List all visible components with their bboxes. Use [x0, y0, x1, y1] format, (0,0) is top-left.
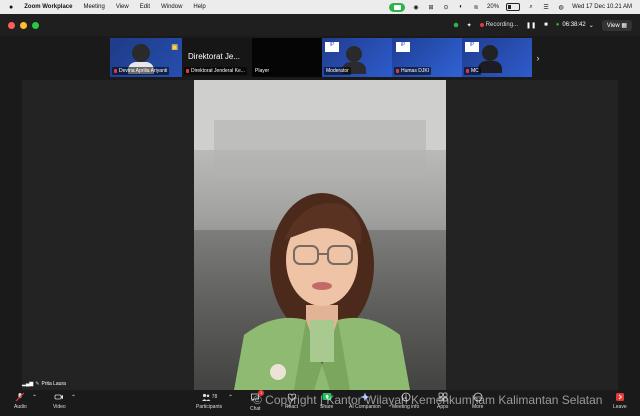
menu-window[interactable]: Window [161, 4, 182, 10]
menu-edit[interactable]: Edit [140, 4, 150, 10]
battery-percent: 20% [487, 4, 500, 10]
mic-muted-icon [15, 392, 25, 402]
strip-next-arrow-icon[interactable]: › [531, 38, 545, 77]
apple-icon[interactable]: ● [9, 4, 13, 11]
audio-options-chevron-icon[interactable]: ⌃ [32, 394, 37, 401]
grid-icon[interactable]: ⊞ [427, 3, 435, 11]
shield-check-icon: ● [555, 22, 560, 28]
mic-muted-icon: ✎ [35, 381, 40, 387]
close-window-button[interactable] [8, 21, 15, 29]
leave-icon [615, 393, 624, 401]
battery-icon[interactable] [506, 3, 521, 11]
video-label: Video [53, 404, 66, 410]
participant-name: MC [464, 67, 481, 75]
logo-badge: IP [396, 42, 410, 52]
menu-meeting[interactable]: Meeting [83, 4, 104, 10]
record-status-icon[interactable]: ◉ [412, 3, 420, 11]
recording-indicator[interactable]: Recording... [479, 22, 519, 28]
logo-badge: IP [325, 42, 339, 52]
recording-dot-icon [479, 23, 484, 27]
macos-menubar: ● Zoom Workplace Meeting View Edit Windo… [0, 0, 640, 14]
participants-icon [201, 393, 211, 401]
control-center-icon[interactable]: ☰ [542, 3, 550, 11]
video-camera-icon [54, 394, 64, 400]
meeting-timer: ● 06:38:42 ⌄ [556, 22, 594, 29]
participant-tile-humas[interactable]: IP Humas DJKI [392, 38, 462, 77]
leave-label: Leave [613, 404, 627, 410]
participant-tile-mc[interactable]: IP MC [462, 38, 532, 77]
participants-label: Participants [196, 404, 223, 410]
mic-muted-icon [186, 69, 189, 73]
app-name[interactable]: Zoom Workplace [24, 4, 72, 10]
logo-badge: IP [465, 42, 479, 52]
traffic-lights [0, 21, 39, 29]
participant-tile-direktorat[interactable]: Direktorat Je... Direktorat Jenderal Ke.… [182, 38, 252, 77]
sync-icon[interactable]: ◐ [457, 3, 465, 11]
presenter-figure [194, 80, 446, 390]
participants-button[interactable]: 78 Participants [196, 392, 222, 410]
view-label: View [606, 22, 620, 29]
window-titlebar: ⬢ ✦ Recording... ❚❚ ■ ● 06:38:42 ⌄ View … [0, 14, 640, 36]
wifi-icon[interactable]: ≋ [472, 3, 480, 11]
presenter-name-label: ▂▄▆ ✎ Prita Laura [22, 381, 66, 387]
leave-button[interactable]: Leave [613, 392, 627, 410]
stop-recording-icon[interactable]: ■ [544, 22, 548, 28]
menu-view[interactable]: View [116, 4, 129, 10]
participant-name: Devina Aprilia Ariyanti [112, 67, 170, 75]
timer-value: 06:38:42 [562, 22, 586, 28]
video-button[interactable]: Video [53, 392, 66, 410]
participant-tile-devina[interactable]: ▣ Devina Aprilia Ariyanti [110, 38, 182, 77]
maximize-window-button[interactable] [32, 21, 39, 29]
copyright-watermark: © Copyright | Kantor Wilayah Kemenkumham… [253, 393, 603, 407]
participant-name: Direktorat Jenderal Ke... [184, 67, 247, 75]
recording-label: Recording... [485, 22, 519, 28]
participants-count: 78 [211, 394, 218, 400]
sparkle-icon[interactable]: ✦ [467, 22, 472, 29]
participant-tile-player[interactable]: Player [252, 38, 322, 77]
search-icon[interactable]: ⌕ [527, 3, 535, 11]
participant-name: Player [253, 67, 272, 75]
menubar-datetime[interactable]: Wed 17 Dec 10.21 AM [572, 4, 632, 10]
siri-icon[interactable]: ◍ [557, 3, 565, 11]
logo-badge: ▣ [171, 44, 178, 51]
participant-name: Moderator [324, 67, 351, 75]
participant-name: Humas DJKI [394, 67, 432, 75]
participant-video [478, 45, 502, 73]
participant-strip: ▣ Devina Aprilia Ariyanti Direktorat Je.… [110, 38, 542, 77]
view-button[interactable]: View ▦ [601, 19, 632, 31]
minimize-window-button[interactable] [20, 21, 27, 29]
presenter-name: Prita Laura [41, 381, 66, 387]
participants-chevron-icon[interactable]: ⌃ [228, 394, 233, 401]
audio-button[interactable]: Audio [14, 392, 27, 410]
camera-in-use-icon[interactable] [389, 2, 406, 12]
participant-tile-moderator[interactable]: IP Moderator [322, 38, 392, 77]
active-speaker-video[interactable] [194, 80, 446, 390]
mic-muted-icon [466, 69, 469, 73]
chevron-down-icon[interactable]: ⌄ [589, 22, 594, 29]
mic-muted-icon [114, 69, 117, 73]
shield-icon[interactable]: ⬢ [453, 22, 458, 29]
pause-recording-icon[interactable]: ❚❚ [526, 22, 536, 29]
participant-display-title: Direktorat Je... [188, 52, 241, 61]
audio-label: Audio [14, 404, 27, 410]
play-icon[interactable]: ⊙ [442, 3, 450, 11]
mic-muted-icon [396, 69, 399, 73]
signal-icon: ▂▄▆ [22, 381, 34, 387]
menu-help[interactable]: Help [193, 4, 205, 10]
video-options-chevron-icon[interactable]: ⌃ [71, 394, 76, 401]
